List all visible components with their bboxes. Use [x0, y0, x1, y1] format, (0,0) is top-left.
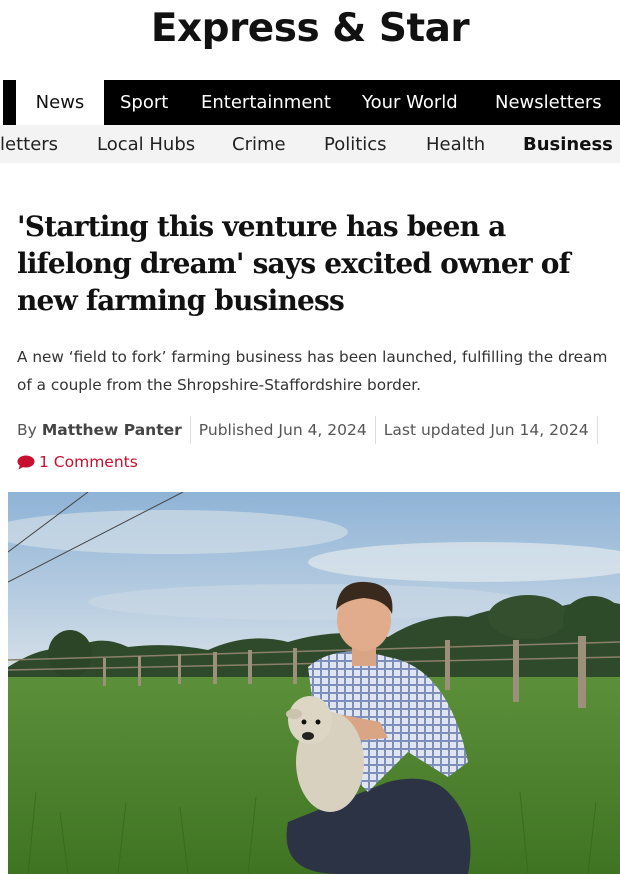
site-logo[interactable]: Express & Star — [0, 6, 620, 51]
speech-bubble-icon — [17, 455, 35, 470]
subnav-item-newsletters[interactable]: letters — [0, 125, 58, 163]
updated-segment: Last updated Jun 14, 2024 — [376, 416, 598, 444]
updated-label: Last updated — [383, 421, 486, 439]
subnav-item-politics[interactable]: Politics — [324, 125, 387, 163]
published-label: Published — [198, 421, 274, 439]
subnav-item-business[interactable]: Business — [523, 125, 613, 163]
published-segment: Published Jun 4, 2024 — [191, 416, 376, 444]
comments-count: 1 Comments — [39, 453, 138, 471]
primary-nav: News Sport Entertainment Your World News… — [3, 80, 620, 125]
author-link[interactable]: Matthew Panter — [42, 421, 182, 439]
subnav-item-local-hubs[interactable]: Local Hubs — [97, 125, 195, 163]
nav-item-newsletters[interactable]: Newsletters — [495, 80, 602, 125]
farm-photo-illustration — [8, 492, 620, 874]
article-headline: 'Starting this venture has been a lifelo… — [17, 210, 571, 317]
hero-photo — [8, 492, 620, 874]
nav-item-entertainment[interactable]: Entertainment — [201, 80, 331, 125]
subnav-item-health[interactable]: Health — [426, 125, 485, 163]
nav-item-your-world[interactable]: Your World — [362, 80, 458, 125]
author-segment: By Matthew Panter — [17, 416, 191, 444]
comments-link[interactable]: 1 Comments — [17, 451, 138, 473]
masthead: Express & Star — [0, 0, 620, 80]
secondary-nav: letters Local Hubs Crime Politics Health… — [0, 125, 620, 163]
published-date: Jun 4, 2024 — [278, 421, 367, 439]
updated-date: Jun 14, 2024 — [490, 421, 589, 439]
nav-item-news[interactable]: News — [16, 80, 104, 125]
subnav-item-crime[interactable]: Crime — [232, 125, 286, 163]
article-standfirst: A new ‘field to fork’ farming business h… — [17, 348, 608, 394]
byline-by: By — [17, 421, 37, 439]
nav-item-sport[interactable]: Sport — [120, 80, 168, 125]
byline: By Matthew Panter Published Jun 4, 2024 … — [17, 416, 598, 444]
